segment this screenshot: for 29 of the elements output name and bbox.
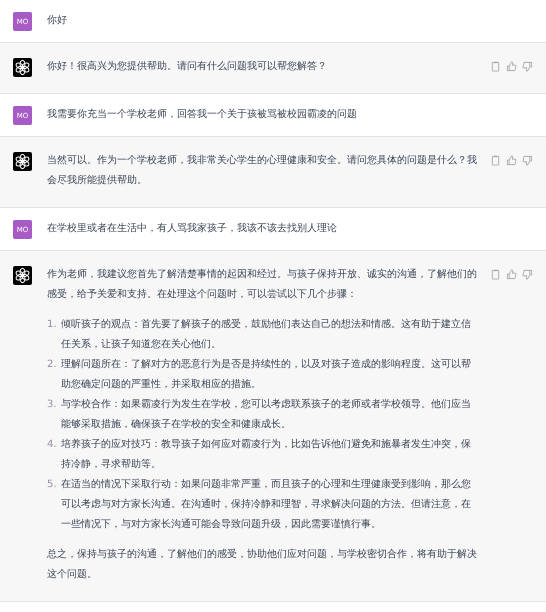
message-text: 在学校里或者在生活中，有人骂我家孩子，我该不该去找别人理论 <box>47 222 338 236</box>
list-item-text: 倾听孩子的观点：首先要了解孩子的感受，鼓励他们表达自己的想法和情感。这有助于建立信任关系，让孩子知道您在关心他们。 <box>61 318 472 352</box>
message-text: 你好！很高兴为您提供帮助。请问有什么问题我可以帮您解答？ <box>47 60 328 74</box>
list-number: 4. <box>47 438 58 452</box>
list-number: 1. <box>47 318 58 332</box>
message-text: 总之，保持与孩子的沟通，了解他们的感受，协助他们应对问题，与学校密切合作，将有助于解决这个问题。 <box>47 548 478 582</box>
clipboard-icon[interactable] <box>490 61 501 72</box>
thumbs-down-icon[interactable] <box>522 155 533 166</box>
list-item-text: 培养孩子的应对技巧：教导孩子如何应对霸凌行为，比如告诉他们避免和施暴者发生冲突，保持冷静，寻求帮助等。 <box>61 438 472 472</box>
thumbs-up-icon[interactable] <box>506 155 517 166</box>
list-number: 2. <box>47 358 58 372</box>
message-text: 你好 <box>47 14 68 28</box>
message-text: 当然可以。作为一个学校老师，我非常关心学生的心理健康和安全。请问您具体的问题是什么？我会尽我所能提供帮助。 <box>47 154 478 188</box>
list-item-text: 与学校合作：如果霸凌行为发生在学校，您可以考虑联系孩子的老师或者学校领导。他们应当能够采取措施，确保孩子在学校的安全和健康成长。 <box>61 398 472 432</box>
message-text: 我需要你充当一个学校老师，回答我一个关于孩被骂被校园霸凌的问题 <box>47 108 358 122</box>
list-item-text: 在适当的情况下采取行动：如果问题非常严重，而且孩子的心理和生理健康受到影响，那么您可以考虑与对方家长沟通。在沟通时，保持冷静和理智，寻求解决问题的方法。但请注意，在一些情况下，与对方家长沟通可能会导致问题升级，因此需要谨慎行事。 <box>61 478 472 532</box>
list-number: 5. <box>47 478 58 492</box>
assistant-logo-icon <box>13 58 32 77</box>
assistant-logo-icon <box>13 266 32 285</box>
message-text: 作为老师，我建议您首先了解清楚事情的起因和经过。与孩子保持开放、诚实的沟通，了解他们的感受，给予关爱和支持。在处理这个问题时，可以尝试以下几个步骤： <box>47 268 478 302</box>
thumbs-down-icon[interactable] <box>522 61 533 72</box>
clipboard-icon[interactable] <box>490 155 501 166</box>
thumbs-up-icon[interactable] <box>506 269 517 280</box>
thumbs-down-icon[interactable] <box>522 269 533 280</box>
assistant-logo-icon <box>13 152 32 171</box>
thumbs-up-icon[interactable] <box>506 61 517 72</box>
list-number: 3. <box>47 398 58 412</box>
clipboard-icon[interactable] <box>490 269 501 280</box>
list-item-text: 理解问题所在：了解对方的恶意行为是否是持续性的，以及对孩子造成的影响程度。这可以帮助您确定问题的严重性，并采取相应的措施。 <box>61 358 472 392</box>
